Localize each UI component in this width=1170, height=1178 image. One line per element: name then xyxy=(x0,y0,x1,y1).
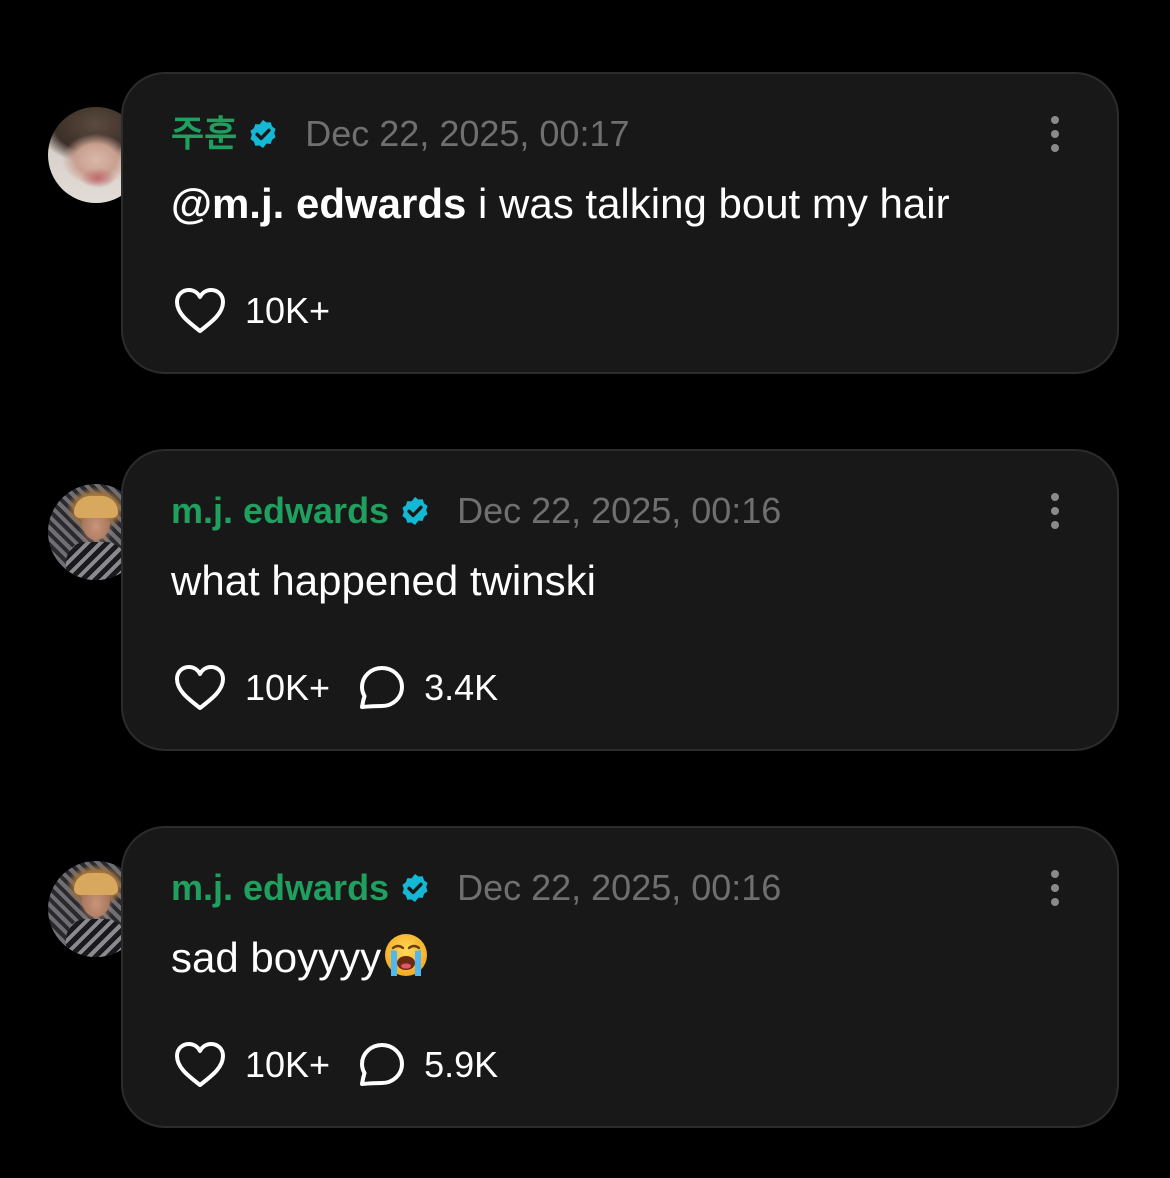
reply-button[interactable]: 3.4K xyxy=(358,664,498,712)
reply-count: 5.9K xyxy=(424,1044,499,1085)
like-button[interactable]: 10K+ xyxy=(173,1041,330,1089)
comment-card: 주훈 Dec 22, 2025, 00:17 @m.j. edwards i w… xyxy=(121,72,1119,374)
comment-body: what happened twinski xyxy=(171,557,596,604)
like-button[interactable]: 10K+ xyxy=(173,664,330,712)
comment-bubble-icon xyxy=(360,666,405,709)
heart-icon xyxy=(175,1042,225,1087)
comment-item: m.j. edwards Dec 22, 2025, 00:16 sad boy… xyxy=(0,826,1170,1130)
like-button[interactable]: 10K+ xyxy=(173,287,330,335)
timestamp: Dec 22, 2025, 00:16 xyxy=(457,490,782,531)
comment-bubble-icon xyxy=(360,1043,405,1086)
action-row: 10K+ xyxy=(173,286,358,336)
comment-body: i was talking bout my hair xyxy=(466,180,950,227)
timestamp: Dec 22, 2025, 00:16 xyxy=(457,867,782,908)
more-vertical-icon[interactable] xyxy=(1043,489,1067,533)
author-name[interactable]: m.j. edwards xyxy=(171,866,389,910)
mention-link[interactable]: @m.j. edwards xyxy=(171,180,466,227)
like-count: 10K+ xyxy=(245,1044,331,1085)
comment-header: 주훈 Dec 22, 2025, 00:17 xyxy=(171,112,630,156)
loudly-crying-face-emoji xyxy=(385,934,428,976)
reply-count: 3.4K xyxy=(424,667,499,708)
verified-badge-icon xyxy=(402,497,428,525)
action-row: 10K+ 3.4K xyxy=(173,663,526,713)
comment-header: m.j. edwards Dec 22, 2025, 00:16 xyxy=(171,866,781,910)
comment-header: m.j. edwards Dec 22, 2025, 00:16 xyxy=(171,489,781,533)
comment-card: m.j. edwards Dec 22, 2025, 00:16 sad boy… xyxy=(121,826,1119,1128)
comment-body: sad boyyyy xyxy=(171,934,382,981)
comment-text: what happened twinski xyxy=(171,555,596,607)
comment-item: m.j. edwards Dec 22, 2025, 00:16 what ha… xyxy=(0,449,1170,753)
like-count: 10K+ xyxy=(245,290,331,331)
verified-badge-icon xyxy=(250,120,276,148)
verified-badge-icon xyxy=(402,874,428,902)
heart-icon xyxy=(175,665,225,710)
action-row: 10K+ 5.9K xyxy=(173,1040,526,1090)
comment-text: sad boyyyy xyxy=(171,932,429,984)
comment-text: @m.j. edwards i was talking bout my hair xyxy=(171,178,950,230)
more-vertical-icon[interactable] xyxy=(1043,866,1067,910)
comment-item: 주훈 Dec 22, 2025, 00:17 @m.j. edwards i w… xyxy=(0,72,1170,376)
author-name[interactable]: 주훈 xyxy=(171,112,237,156)
comment-feed: 주훈 Dec 22, 2025, 00:17 @m.j. edwards i w… xyxy=(0,0,1170,1178)
like-count: 10K+ xyxy=(245,667,331,708)
more-vertical-icon[interactable] xyxy=(1043,112,1067,156)
reply-button[interactable]: 5.9K xyxy=(358,1041,498,1089)
timestamp: Dec 22, 2025, 00:17 xyxy=(305,113,630,154)
comment-card: m.j. edwards Dec 22, 2025, 00:16 what ha… xyxy=(121,449,1119,751)
heart-icon xyxy=(175,288,225,333)
author-name[interactable]: m.j. edwards xyxy=(171,489,389,533)
